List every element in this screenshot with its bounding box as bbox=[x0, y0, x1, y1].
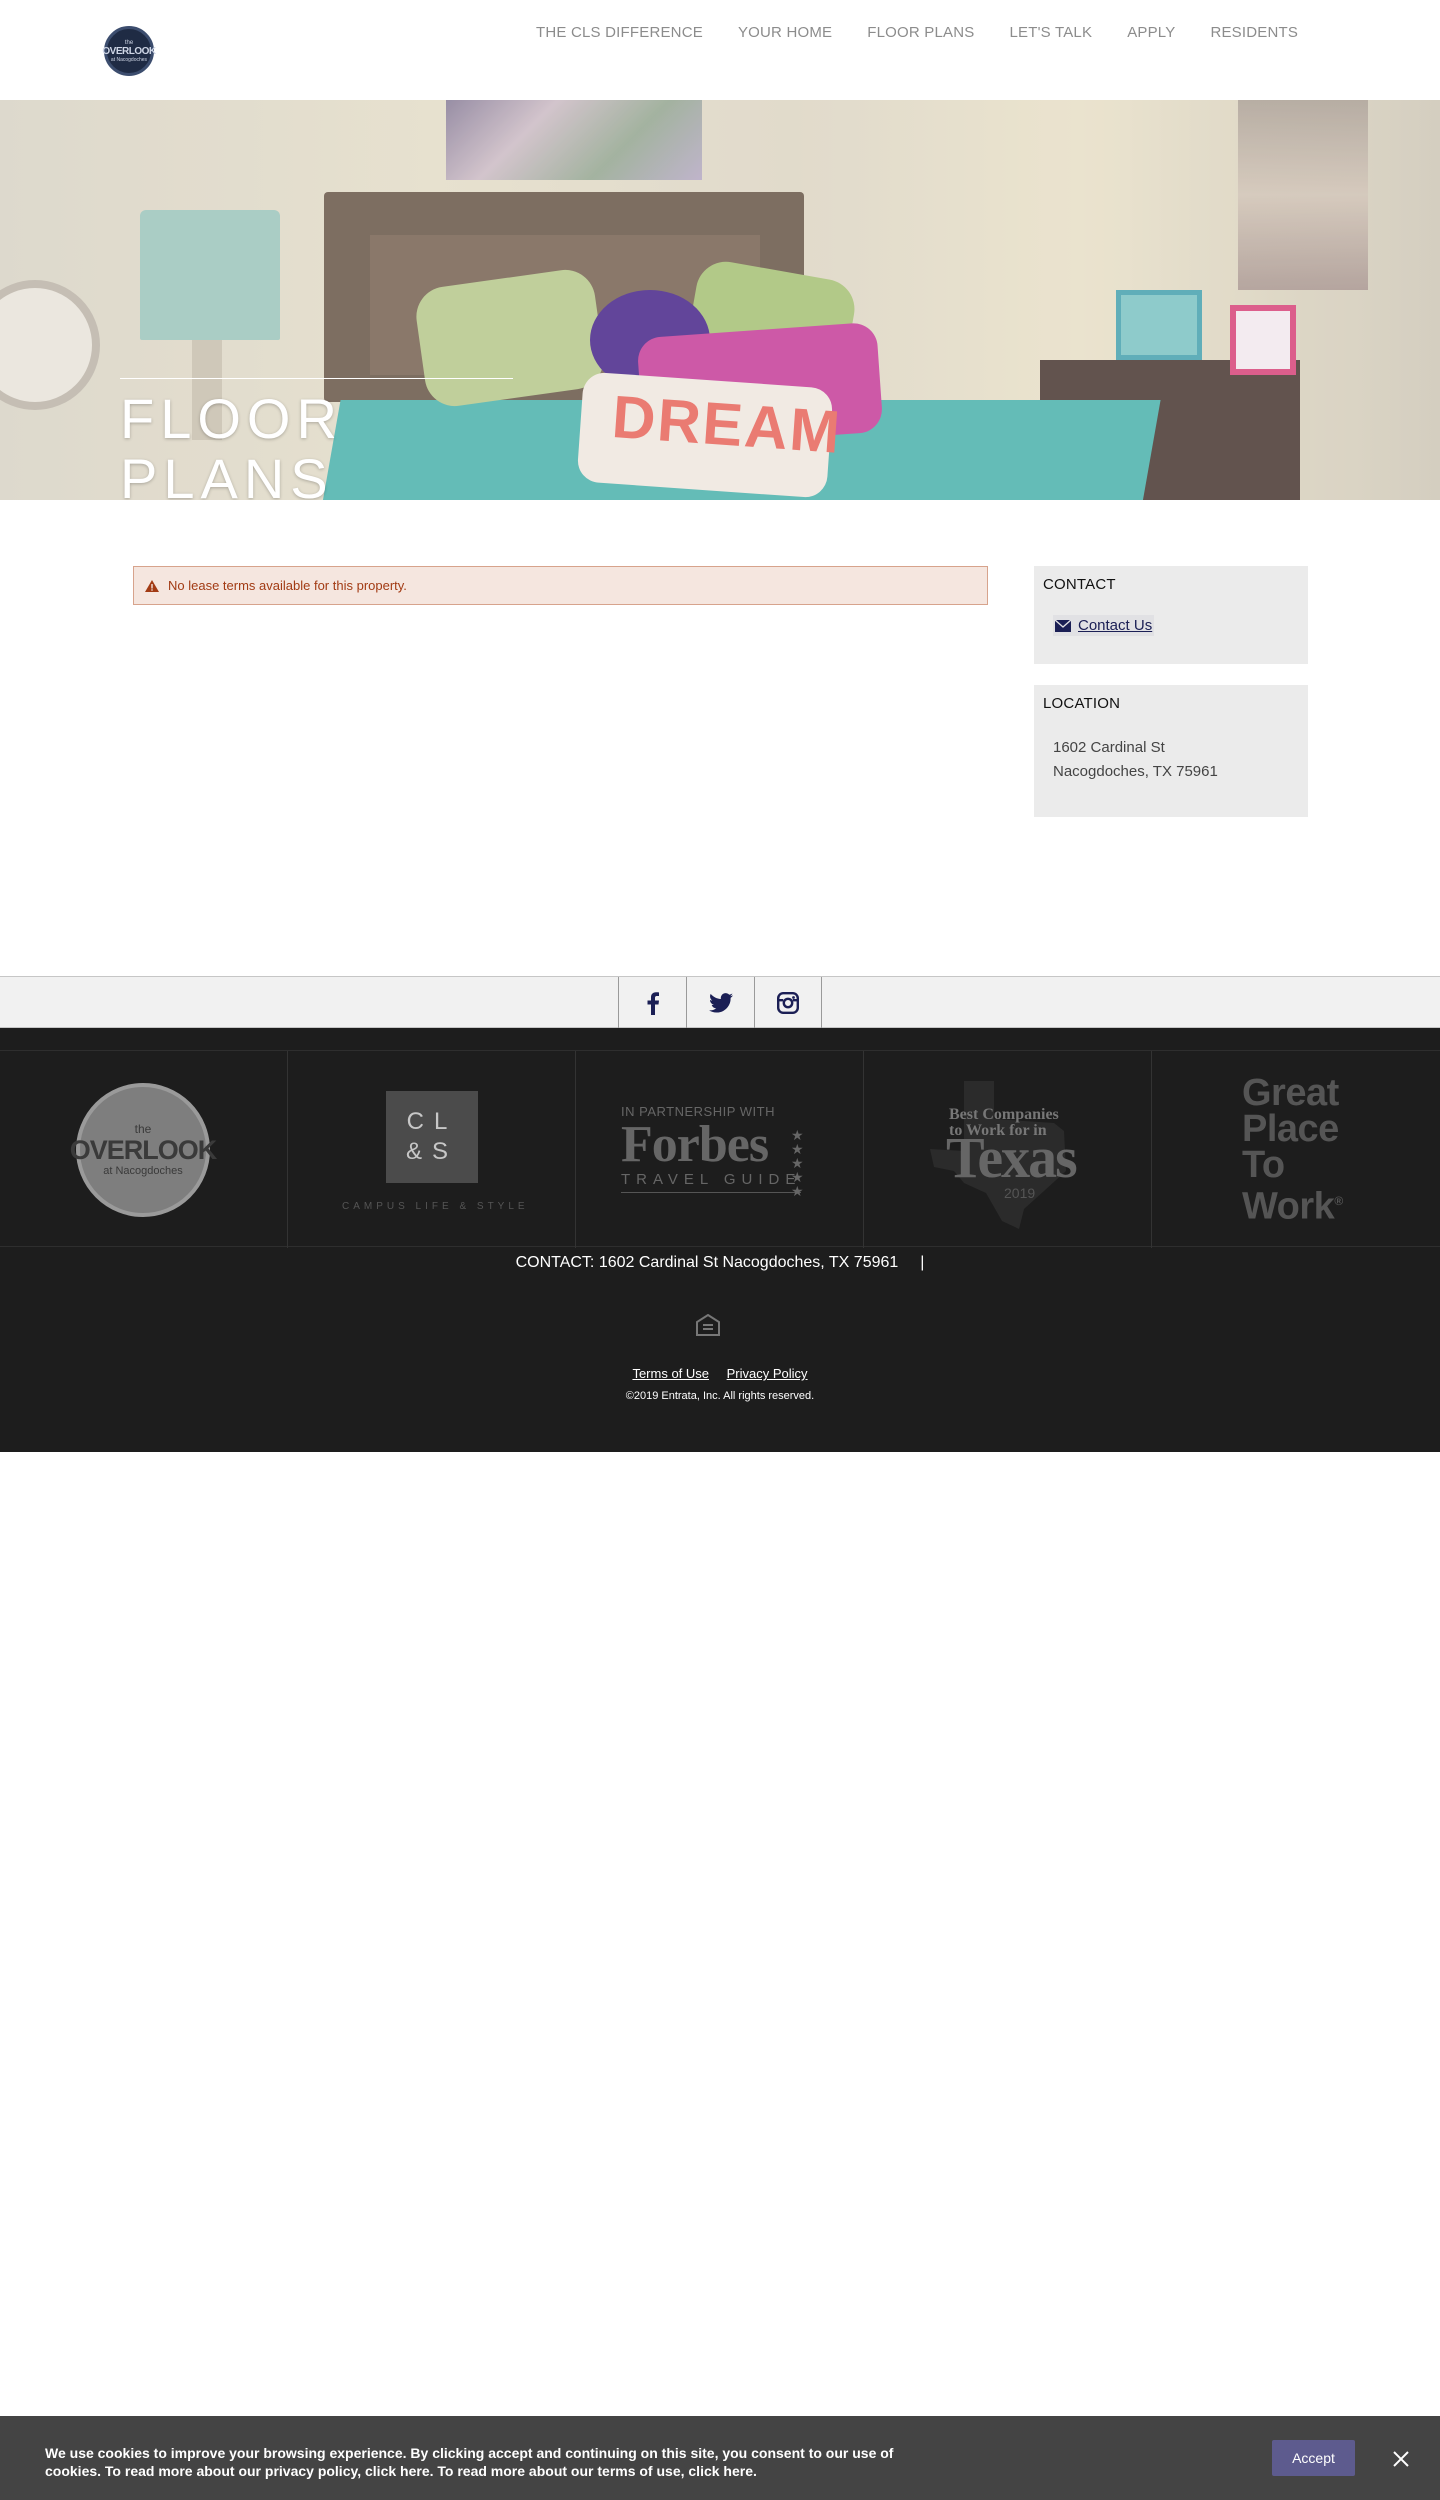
accept-cookies-button[interactable]: Accept bbox=[1272, 2440, 1355, 2476]
contact-us-link[interactable]: Contact Us bbox=[1053, 615, 1155, 636]
address-line1: 1602 Cardinal St bbox=[1053, 739, 1165, 756]
overlook-footer-logo: the OVERLOOK at Nacogdoches bbox=[70, 1083, 217, 1217]
gptw-logo: Great Place To Work® bbox=[1242, 1072, 1343, 1228]
overlook-logo[interactable]: the OVERLOOK at Nacogdoches bbox=[102, 26, 156, 76]
gptw-line2: Place bbox=[1242, 1108, 1339, 1150]
cls-tagline: CAMPUS LIFE & STYLE bbox=[342, 1201, 529, 1212]
instagram-link[interactable] bbox=[754, 977, 822, 1028]
cookie-text-line1: We use cookies to improve your browsing … bbox=[45, 2445, 894, 2461]
equal-housing-icon bbox=[696, 1314, 720, 1336]
location-address: 1602 Cardinal St Nacogdoches, TX 75961 bbox=[1053, 736, 1299, 784]
overlook-name: OVERLOOK bbox=[69, 1135, 218, 1165]
location-title: LOCATION bbox=[1043, 695, 1121, 712]
facebook-icon bbox=[647, 991, 659, 1015]
page-title: FLOOR PLANS bbox=[120, 387, 343, 501]
footer-contact: CONTACT: 1602 Cardinal St Nacogdoches, T… bbox=[0, 1254, 1440, 1272]
alert-text: No lease terms available for this proper… bbox=[168, 578, 407, 593]
texas-wordmark: Texas bbox=[946, 1125, 1078, 1190]
facebook-link[interactable] bbox=[618, 977, 686, 1028]
contact-box: CONTACT Contact Us bbox=[1034, 566, 1308, 664]
site-footer: the OVERLOOK at Nacogdoches CL &S CAMPUS… bbox=[0, 1028, 1440, 1452]
hero-banner: DREAM FLOOR PLANS bbox=[0, 100, 1440, 500]
partner-forbes[interactable]: IN PARTNERSHIP WITH Forbes TRAVEL GUIDE … bbox=[576, 1051, 864, 1248]
gptw-registered-mark: ® bbox=[1334, 1194, 1343, 1208]
privacy-policy-link[interactable]: Privacy Policy bbox=[727, 1366, 808, 1381]
hero-title-frame: FLOOR PLANS bbox=[120, 378, 513, 500]
partner-gptw[interactable]: Great Place To Work® bbox=[1152, 1051, 1440, 1248]
footer-contact-separator: | bbox=[920, 1254, 925, 1271]
cookie-text: We use cookies to improve your browsing … bbox=[45, 2444, 905, 2480]
mail-icon bbox=[1055, 619, 1071, 632]
logo-line2: OVERLOOK bbox=[102, 45, 156, 57]
location-box: LOCATION 1602 Cardinal St Nacogdoches, T… bbox=[1034, 685, 1308, 817]
gptw-line4: Work bbox=[1242, 1185, 1335, 1228]
lease-terms-alert: No lease terms available for this proper… bbox=[133, 566, 988, 605]
warning-icon bbox=[144, 578, 160, 594]
partner-logos: the OVERLOOK at Nacogdoches CL &S CAMPUS… bbox=[0, 1050, 1440, 1248]
terms-of-use-link[interactable]: Terms of Use bbox=[632, 1366, 709, 1381]
overlook-the: the bbox=[134, 1122, 152, 1136]
footer-contact-text: CONTACT: 1602 Cardinal St Nacogdoches, T… bbox=[515, 1254, 899, 1271]
forbes-logo: IN PARTNERSHIP WITH Forbes TRAVEL GUIDE … bbox=[621, 1104, 804, 1198]
texas-line1: Best Companies bbox=[949, 1106, 1059, 1123]
nav-lets-talk[interactable]: LET'S TALK bbox=[1010, 24, 1093, 41]
nav-apply[interactable]: APPLY bbox=[1127, 24, 1175, 41]
footer-links: Terms of Use Privacy Policy bbox=[0, 1366, 1440, 1381]
texas-award-year: 2019 bbox=[1004, 1185, 1036, 1201]
nav-floor-plans[interactable]: FLOOR PLANS bbox=[867, 24, 974, 41]
cookie-text-line2: cookies. To read more about our privacy … bbox=[45, 2463, 757, 2479]
close-icon[interactable] bbox=[1392, 2450, 1410, 2468]
overlook-location: at Nacogdoches bbox=[103, 1165, 183, 1177]
contact-us-label: Contact Us bbox=[1078, 617, 1153, 634]
twitter-icon bbox=[708, 992, 733, 1013]
nav-the-cls-difference[interactable]: THE CLS DIFFERENCE bbox=[536, 24, 703, 41]
logo-line3: at Nacogdoches bbox=[110, 56, 148, 63]
twitter-link[interactable] bbox=[686, 977, 754, 1028]
forbes-travel-guide: TRAVEL GUIDE bbox=[621, 1171, 802, 1193]
partner-cls[interactable]: CL &S CAMPUS LIFE & STYLE bbox=[288, 1051, 576, 1248]
forbes-stars-icon: ★ ★ ★ ★ ★ bbox=[791, 1127, 804, 1199]
instagram-icon bbox=[777, 991, 799, 1014]
main-nav: THE CLS DIFFERENCE YOUR HOME FLOOR PLANS… bbox=[536, 24, 1333, 41]
gptw-line1: Great bbox=[1242, 1072, 1339, 1114]
cls-logo: CL &S bbox=[386, 1091, 478, 1183]
partner-overlook[interactable]: the OVERLOOK at Nacogdoches bbox=[0, 1051, 288, 1248]
texas-award-logo: Best Companies to Work for in Texas 2019 bbox=[924, 1071, 1084, 1231]
address-line2: Nacogdoches, TX 75961 bbox=[1053, 763, 1218, 780]
forbes-wordmark: Forbes bbox=[621, 1116, 769, 1173]
social-bar bbox=[0, 976, 1440, 1028]
partner-texas[interactable]: Best Companies to Work for in Texas 2019 bbox=[864, 1051, 1152, 1248]
cls-row1: CL bbox=[406, 1108, 458, 1135]
site-header: the OVERLOOK at Nacogdoches THE CLS DIFF… bbox=[0, 0, 1440, 100]
copyright: ©2019 Entrata, Inc. All rights reserved. bbox=[625, 1390, 815, 1402]
cookie-banner: We use cookies to improve your browsing … bbox=[0, 2416, 1440, 2500]
nav-residents[interactable]: RESIDENTS bbox=[1210, 24, 1298, 41]
contact-title: CONTACT bbox=[1043, 576, 1116, 593]
cls-row2: &S bbox=[405, 1138, 458, 1165]
nav-your-home[interactable]: YOUR HOME bbox=[738, 24, 832, 41]
gptw-line3: To bbox=[1242, 1144, 1285, 1186]
